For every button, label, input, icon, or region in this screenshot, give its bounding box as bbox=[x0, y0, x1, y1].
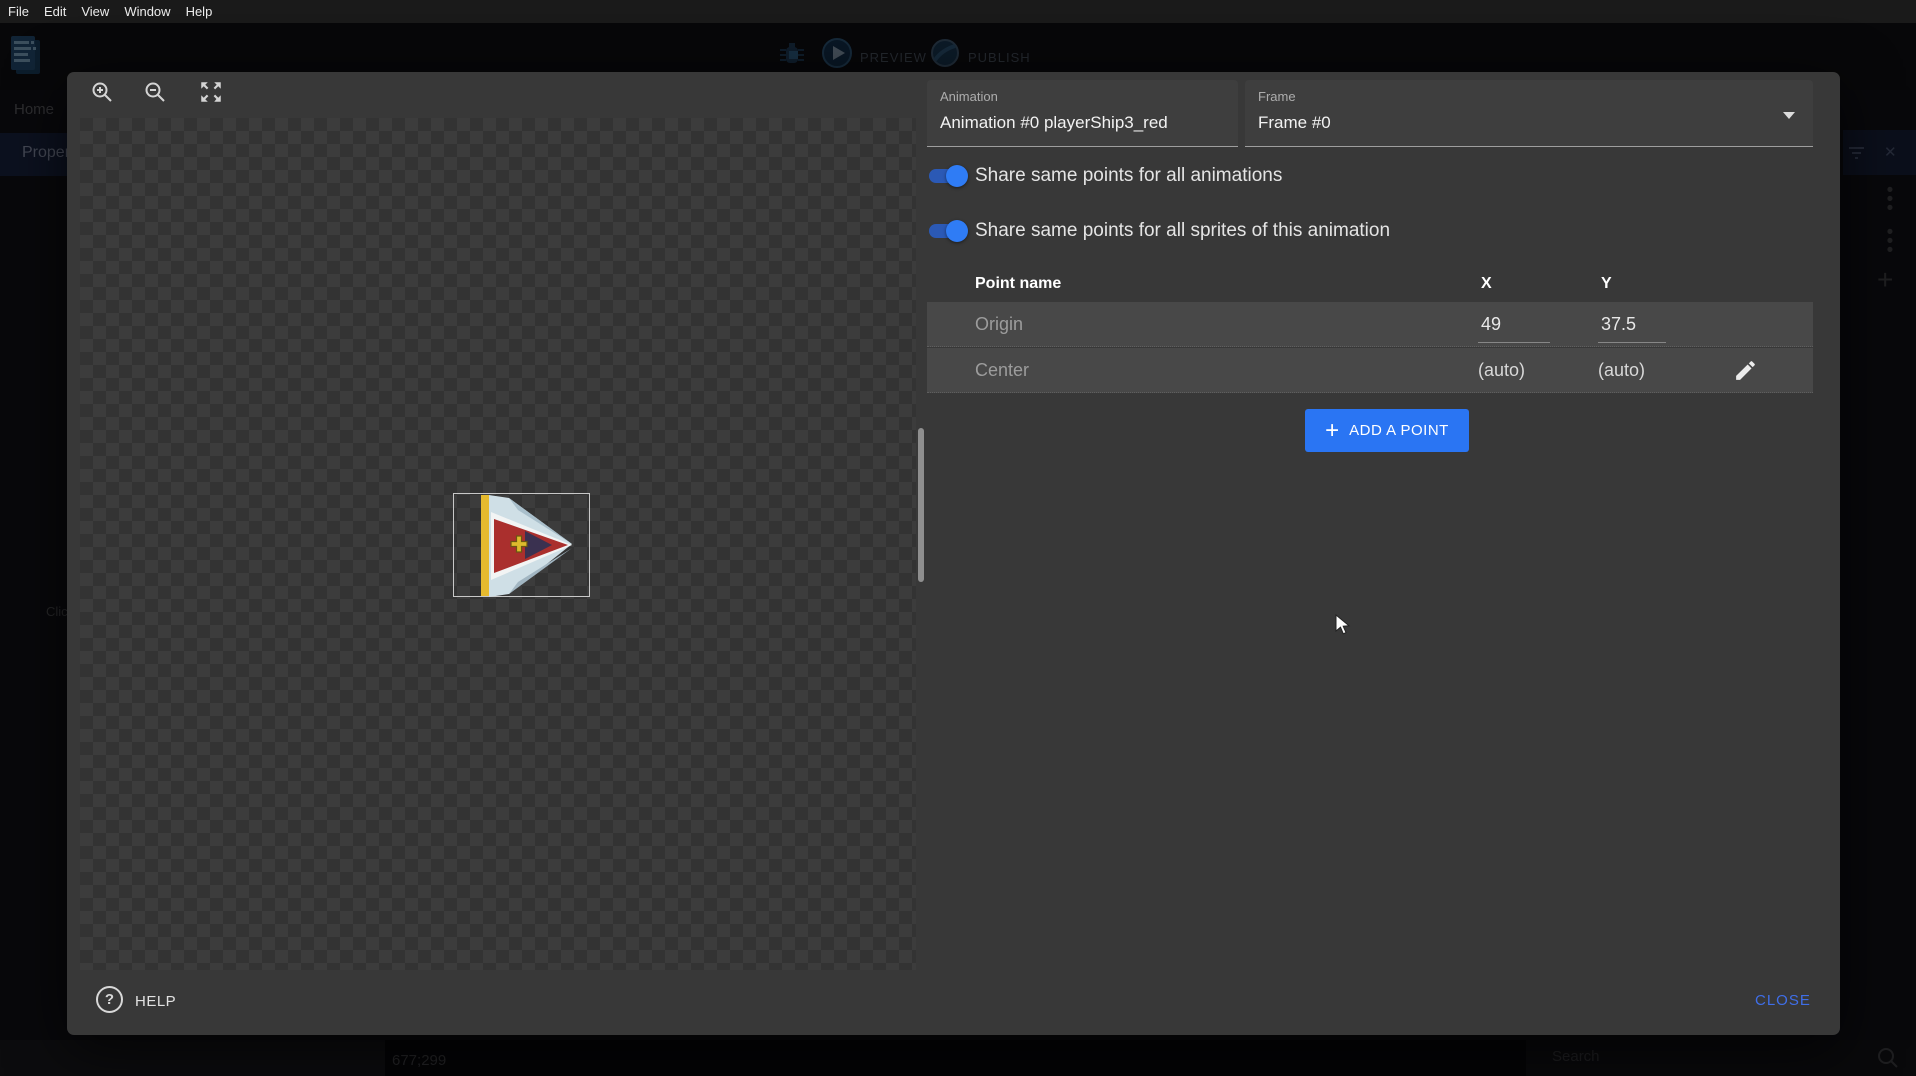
add-a-point-label: ADD A POINT bbox=[1349, 422, 1449, 439]
preview-scrollbar[interactable] bbox=[918, 428, 924, 582]
column-header-x: X bbox=[1481, 275, 1492, 293]
point-y-input[interactable]: 37.5 bbox=[1601, 314, 1636, 335]
player-ship-sprite bbox=[454, 494, 591, 598]
fit-to-screen-icon[interactable] bbox=[198, 79, 224, 105]
animation-select[interactable]: Animation Animation #0 playerShip3_red bbox=[927, 80, 1238, 147]
menu-window[interactable]: Window bbox=[124, 4, 170, 19]
zoom-in-icon[interactable] bbox=[90, 80, 114, 104]
share-points-animations-label: Share same points for all animations bbox=[975, 165, 1282, 187]
share-points-animations-toggle[interactable] bbox=[928, 163, 964, 189]
point-y-value: (auto) bbox=[1598, 360, 1645, 381]
menu-file[interactable]: File bbox=[8, 4, 29, 19]
animation-select-label: Animation bbox=[940, 89, 998, 104]
menu-bar: File Edit View Window Help bbox=[0, 0, 1916, 23]
share-points-sprites-label: Share same points for all sprites of thi… bbox=[975, 220, 1390, 242]
input-underline bbox=[1598, 342, 1666, 343]
input-underline bbox=[1478, 342, 1550, 343]
plus-icon: + bbox=[1325, 419, 1339, 443]
point-x-input[interactable]: 49 bbox=[1481, 314, 1501, 335]
zoom-out-icon[interactable] bbox=[143, 80, 167, 104]
animation-select-value: Animation #0 playerShip3_red bbox=[940, 113, 1168, 133]
edit-pencil-icon[interactable] bbox=[1733, 358, 1758, 383]
chevron-down-icon bbox=[1783, 112, 1795, 119]
point-name: Center bbox=[975, 360, 1029, 381]
help-button[interactable]: HELP bbox=[135, 993, 176, 1010]
table-row-center[interactable]: Center (auto) (auto) bbox=[927, 348, 1813, 393]
table-row-origin[interactable]: Origin 49 37.5 bbox=[927, 302, 1813, 347]
point-x-value: (auto) bbox=[1478, 360, 1525, 381]
mouse-cursor bbox=[1335, 614, 1351, 636]
sprite-preview[interactable] bbox=[453, 493, 590, 597]
menu-edit[interactable]: Edit bbox=[44, 4, 66, 19]
menu-view[interactable]: View bbox=[81, 4, 109, 19]
frame-select-label: Frame bbox=[1258, 89, 1296, 104]
sprite-preview-canvas[interactable] bbox=[80, 118, 916, 970]
frame-select[interactable]: Frame Frame #0 bbox=[1245, 80, 1813, 147]
column-header-y: Y bbox=[1601, 275, 1612, 293]
close-button[interactable]: CLOSE bbox=[1755, 992, 1811, 1009]
help-question-icon[interactable]: ? bbox=[96, 986, 123, 1013]
share-points-sprites-toggle[interactable] bbox=[928, 218, 964, 244]
points-editor-dialog: Animation Animation #0 playerShip3_red F… bbox=[67, 72, 1840, 1035]
menu-help[interactable]: Help bbox=[186, 4, 213, 19]
add-a-point-button[interactable]: + ADD A POINT bbox=[1305, 409, 1469, 452]
point-name: Origin bbox=[975, 314, 1023, 335]
app-window: File Edit View Window Help PREVIEW PUBLI… bbox=[0, 0, 1916, 1076]
column-header-point-name: Point name bbox=[975, 275, 1061, 293]
frame-select-value: Frame #0 bbox=[1258, 113, 1331, 133]
